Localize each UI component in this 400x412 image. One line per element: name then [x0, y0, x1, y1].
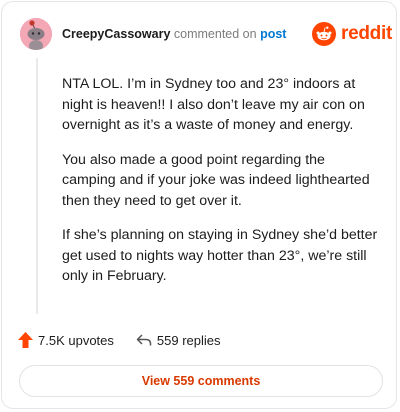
- reply-arrow-icon: [136, 334, 152, 346]
- view-comments-button[interactable]: View 559 comments: [19, 365, 383, 397]
- post-link[interactable]: post: [260, 27, 286, 41]
- upvote-arrow-icon: [18, 332, 33, 348]
- comment-paragraph: If she’s planning on staying in Sydney s…: [62, 227, 378, 284]
- username[interactable]: CreepyCassowary: [62, 27, 170, 41]
- comment-header: CreepyCassowary commented on post: [62, 27, 286, 41]
- upvote-button[interactable]: 7.5K upvotes: [18, 332, 114, 348]
- reply-count: 559 replies: [156, 332, 221, 348]
- reddit-logo[interactable]: reddit: [312, 22, 392, 46]
- reddit-snoo-icon: [312, 22, 336, 46]
- comment-paragraph: NTA LOL. I’m in Sydney too and 23° indoo…: [62, 76, 365, 133]
- comment-card: CreepyCassowary commented on post reddit…: [1, 1, 397, 409]
- reddit-wordmark: reddit: [341, 23, 392, 44]
- comment-paragraph: You also made a good point regarding the…: [62, 151, 370, 209]
- upvote-count: 7.5K upvotes: [38, 332, 114, 348]
- user-avatar[interactable]: [20, 18, 52, 50]
- comment-body: NTA LOL. I’m in Sydney too and 23° indoo…: [62, 74, 382, 301]
- action-text: commented on: [173, 27, 257, 41]
- comment-actions: 7.5K upvotes 559 replies: [18, 332, 221, 348]
- reply-button[interactable]: 559 replies: [136, 333, 221, 348]
- snoo-avatar-icon: [20, 18, 52, 50]
- thread-line: [36, 58, 38, 314]
